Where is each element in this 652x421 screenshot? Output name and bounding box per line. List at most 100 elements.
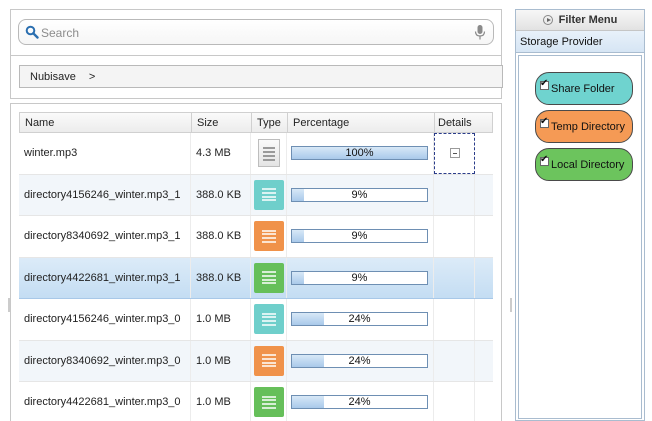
table-body: winter.mp3 4.3 MB 100% directory4156246_win… [19,133,493,421]
file-table-panel: Name Size Type Percentage Details winter… [10,103,502,421]
checkbox-checked-icon[interactable] [540,78,549,90]
row-type [251,133,287,174]
table-row[interactable]: directory4156246_winter.mp3_1 388.0 KB 9% [19,174,493,216]
filter-menu-panel: Filter Menu Storage Provider Share Folde… [515,9,645,421]
row-type [251,340,287,381]
table-row[interactable]: winter.mp3 4.3 MB 100% [19,133,493,175]
share-folder-icon [253,179,284,210]
row-name: directory4422681_winter.mp3_0 [19,382,191,421]
storage-provider-header: Storage Provider [516,31,644,53]
progress-bar: 9% [291,187,428,202]
row-size: 1.0 MB [191,382,251,421]
progress-label: 24% [348,354,371,367]
column-header-percentage[interactable]: Percentage [288,113,435,132]
row-details[interactable] [434,216,475,257]
table-row[interactable]: directory4422681_winter.mp3_1 388.0 KB 9% [19,257,493,299]
share-folder-icon [253,304,284,335]
progress-label: 100% [345,147,374,160]
progress-bar: 24% [291,395,428,410]
row-name: directory4156246_winter.mp3_0 [19,299,191,340]
filter-local-directory[interactable]: Local Directory [535,148,633,181]
row-size: 4.3 MB [191,133,251,174]
row-type [251,299,287,340]
column-header-name[interactable]: Name [20,113,192,132]
progress-label: 24% [348,313,371,326]
progress-label: 24% [348,396,371,409]
microphone-icon[interactable] [474,24,486,41]
row-percentage: 9% [287,216,434,257]
filter-temp-directory[interactable]: Temp Directory [535,110,633,143]
search-placeholder: Search [41,26,80,40]
column-header-details[interactable]: Details [435,113,476,132]
row-size: 1.0 MB [191,340,251,381]
progress-bar: 100% [291,146,428,161]
column-header-size[interactable]: Size [192,113,252,132]
temp-directory-icon [253,345,284,376]
row-size: 1.0 MB [191,299,251,340]
progress-label: 9% [351,230,368,243]
filter-label: Share Folder [551,82,615,95]
row-details[interactable] [434,299,475,340]
row-name: directory8340692_winter.mp3_1 [19,216,191,257]
checkbox-checked-icon[interactable] [540,116,549,128]
table-row[interactable]: directory8340692_winter.mp3_0 1.0 MB 24% [19,340,493,382]
collapse-arrow-icon[interactable] [542,15,553,25]
document-icon [257,139,280,168]
progress-bar: 24% [291,312,428,327]
row-name: directory4422681_winter.mp3_1 [19,257,191,298]
search-icon [25,25,39,39]
breadcrumb-panel: Nubisave > [10,56,503,99]
main-area: Search Nubisave > Name Size Type Percent… [0,0,512,421]
table-row[interactable]: directory8340692_winter.mp3_1 388.0 KB 9% [19,216,493,258]
row-details[interactable] [434,382,475,421]
progress-label: 9% [351,188,368,201]
row-percentage: 100% [287,133,434,174]
breadcrumb: Nubisave > [19,65,503,88]
progress-bar: 9% [291,270,428,285]
resize-handle-left[interactable] [8,298,10,312]
progress-label: 9% [351,271,368,284]
row-name: winter.mp3 [19,133,191,174]
row-size: 388.0 KB [191,216,251,257]
resize-handle-right[interactable] [510,298,512,312]
row-name: directory4156246_winter.mp3_1 [19,174,191,215]
filter-menu-title: Filter Menu [558,14,618,26]
collapse-details-icon[interactable] [449,148,460,159]
progress-bar: 24% [291,353,428,368]
row-name: directory8340692_winter.mp3_0 [19,340,191,381]
row-size: 388.0 KB [191,257,251,298]
table-header: Name Size Type Percentage Details [19,112,493,133]
row-type [251,382,287,421]
file-table: Name Size Type Percentage Details winter… [19,112,493,421]
search-panel: Search [10,9,502,56]
row-type [251,257,287,298]
breadcrumb-separator: > [88,71,96,83]
progress-bar: 9% [291,229,428,244]
row-size: 388.0 KB [191,174,251,215]
row-details[interactable] [434,174,475,215]
row-type [251,216,287,257]
column-header-type[interactable]: Type [252,113,288,132]
row-percentage: 24% [287,382,434,421]
row-percentage: 9% [287,174,434,215]
row-percentage: 9% [287,257,434,298]
row-details[interactable] [434,257,475,298]
filter-label: Temp Directory [551,120,625,133]
checkbox-checked-icon[interactable] [540,154,549,166]
filter-share-folder[interactable]: Share Folder [535,72,633,105]
table-row[interactable]: directory4156246_winter.mp3_0 1.0 MB 24% [19,299,493,341]
row-details[interactable] [434,133,475,174]
table-row[interactable]: directory4422681_winter.mp3_0 1.0 MB 24% [19,382,493,421]
row-percentage: 24% [287,299,434,340]
row-percentage: 24% [287,340,434,381]
row-details[interactable] [434,340,475,381]
breadcrumb-item-nubisave[interactable]: Nubisave [30,71,76,83]
search-input[interactable]: Search [18,19,494,45]
filter-menu-header[interactable]: Filter Menu [516,10,644,31]
temp-directory-icon [253,221,284,252]
filter-label: Local Directory [551,158,625,171]
filter-list: Share Folder Temp Directory Local Director… [518,55,642,419]
local-directory-icon [253,387,284,418]
row-type [251,174,287,215]
local-directory-icon [253,262,284,293]
